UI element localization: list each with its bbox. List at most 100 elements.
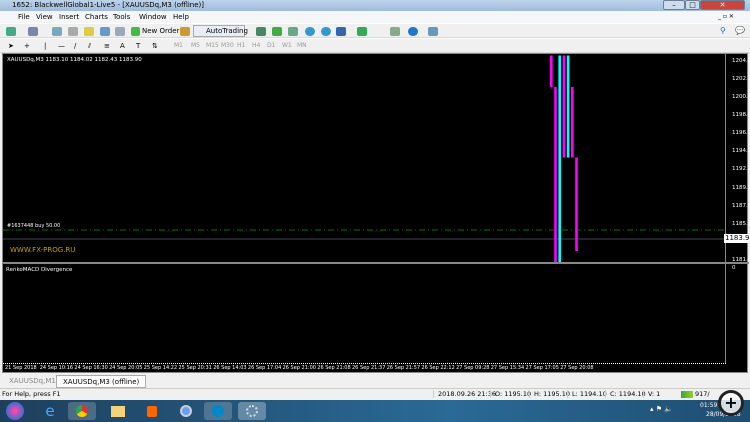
price-axis-label: 1194.25 [732, 148, 750, 155]
price-axis-label: 1198.50 [732, 112, 750, 118]
status-high: H: 1195.10 [529, 390, 570, 398]
chrome-icon[interactable] [68, 402, 96, 420]
zoom-in-icon[interactable] [305, 27, 315, 36]
indicators-icon[interactable] [390, 27, 400, 36]
navigator-icon[interactable] [84, 27, 94, 36]
timeframe-mn[interactable]: MN [297, 42, 307, 49]
chart-tabs: XAUUSDq,M1 XAUUSDq,M3 (offline) [0, 374, 750, 388]
candlestick-icon[interactable] [272, 27, 282, 36]
line-studies-toolbar: ➤ + | — / ⫽ ≡ A T ⇅ M1 M5 M15 M30 H1 H4 … [0, 38, 750, 53]
timeframe-m15[interactable]: M15 [206, 42, 219, 49]
profiles-icon[interactable] [28, 27, 38, 36]
templates-icon[interactable] [428, 27, 438, 36]
tester-icon[interactable] [115, 27, 125, 36]
text-icon[interactable]: A [120, 42, 125, 50]
renko-brick [566, 55, 570, 158]
timeframe-h1[interactable]: H1 [237, 42, 245, 49]
menu-insert[interactable]: Insert [59, 13, 79, 21]
watermark: WWW.FX-PROG.RU [10, 246, 76, 254]
autotrading-button[interactable]: AutoTrading [193, 25, 248, 37]
time-axis-label: 27 Sep 09:28 [456, 365, 490, 371]
crosshair-icon[interactable]: + [24, 42, 30, 50]
metatrader-icon[interactable] [238, 402, 266, 420]
autoscroll-icon[interactable] [357, 27, 367, 36]
timeframe-m5[interactable]: M5 [191, 42, 200, 49]
indicator-pane[interactable] [3, 264, 726, 363]
help-text: For Help, press F1 [2, 390, 61, 398]
price-chart [3, 55, 726, 262]
price-axis-label: 1200.60 [732, 94, 750, 101]
tab-xauusdq-m3[interactable]: XAUUSDq,M3 (offline) [56, 375, 147, 388]
cursor-icon[interactable]: ➤ [8, 42, 14, 50]
chromium-icon[interactable] [172, 402, 200, 420]
chat-icon[interactable]: 💬 [735, 26, 745, 35]
menu-help[interactable]: Help [173, 13, 189, 21]
tray-icons[interactable]: ▴ ⚑ 🔈 [650, 405, 673, 413]
status-close: C: 1194.10 [605, 390, 646, 398]
time-axis: 21 Sep 2018 24 Sep 10:16 24 Sep 16:30 24 Se… [3, 363, 726, 373]
timeframe-w1[interactable]: W1 [282, 42, 292, 49]
price-axis-label: 1202.75 [732, 75, 750, 82]
timeframe-m1[interactable]: M1 [174, 42, 183, 49]
bar-chart-icon[interactable] [256, 27, 266, 36]
time-axis-label: 27 Sep 20:08 [560, 365, 594, 371]
text-label-icon[interactable]: T [136, 42, 140, 50]
renko-brick [571, 86, 574, 158]
new-chart-icon[interactable] [6, 27, 16, 36]
trendline-icon[interactable]: / [74, 42, 76, 50]
renko-brick [558, 55, 561, 262]
time-axis-label: 27 Sep 17:05 [525, 365, 559, 371]
data-window-icon[interactable] [68, 27, 78, 36]
magnifier-icon[interactable]: + [718, 390, 744, 416]
menu-file[interactable]: File [18, 13, 30, 21]
line-chart-icon[interactable] [288, 27, 298, 36]
status-open: O: 1195.10 [490, 390, 531, 398]
new-order-button[interactable]: New Order [142, 27, 179, 35]
minimize-button[interactable]: – [663, 0, 685, 10]
time-axis-label: 26 Sep 21:08 [317, 365, 351, 371]
standard-toolbar: New Order AutoTrading ⚲ 💬 [0, 23, 750, 38]
timeframe-h4[interactable]: H4 [252, 42, 260, 49]
arrows-icon[interactable]: ⇅ [152, 42, 158, 50]
vertical-line-icon[interactable]: | [44, 42, 46, 50]
maximize-button[interactable]: □ [685, 0, 700, 10]
price-axis-label: 1189.95 [732, 184, 750, 191]
close-button[interactable]: ✕ [700, 0, 745, 10]
periods-icon[interactable] [408, 27, 418, 36]
chart-window[interactable]: XAUUSDq,M3 1183.10 1184.02 1182.43 1183.… [2, 53, 750, 373]
order-label[interactable]: #1637448 buy 50.00 [7, 223, 60, 229]
media-player-icon[interactable] [138, 402, 166, 420]
market-watch-icon[interactable] [52, 27, 62, 36]
search-icon[interactable]: ⚲ [720, 26, 726, 35]
menu-window[interactable]: Window [139, 13, 167, 21]
skype-icon[interactable] [204, 402, 232, 420]
status-bar: For Help, press F1 2018.09.26 21:36 O: 1… [0, 388, 750, 400]
start-button[interactable] [6, 402, 24, 420]
timeframe-m30[interactable]: M30 [221, 42, 234, 49]
explorer-icon[interactable] [104, 402, 132, 420]
tile-windows-icon[interactable] [336, 27, 346, 36]
connection-traffic: 917/ [695, 390, 710, 398]
connection-icon [681, 391, 693, 398]
current-price-label: 1183.90 [724, 234, 750, 243]
horizontal-line-icon[interactable]: — [58, 42, 65, 50]
metaeditor-icon[interactable] [180, 27, 190, 36]
status-datetime: 2018.09.26 21:36 [433, 390, 496, 398]
menu-tools[interactable]: Tools [113, 13, 130, 21]
clock-time[interactable]: 01:59 [700, 402, 717, 409]
channel-icon[interactable]: ⫽ [88, 42, 91, 51]
fibonacci-icon[interactable]: ≡ [104, 42, 110, 50]
mdi-controls[interactable]: _ ▫ ✕ [718, 13, 734, 20]
time-axis-label: 21 Sep 2018 [5, 365, 37, 371]
time-axis-label: 24 Sep 20:05 [109, 365, 143, 371]
menu-charts[interactable]: Charts [85, 13, 108, 21]
title-bar: 1652: BlackwellGlobal1-Live5 - [XAUUSDq,… [0, 0, 750, 11]
time-axis-label: 24 Sep 10:16 [39, 365, 74, 371]
zoom-out-icon[interactable] [321, 27, 331, 36]
terminal-icon[interactable] [100, 27, 110, 36]
menu-view[interactable]: View [36, 13, 53, 21]
price-axis-label: 1187.85 [732, 202, 750, 209]
tab-xauusdq-m1[interactable]: XAUUSDq,M1 [3, 375, 62, 388]
ie-icon[interactable]: e [36, 402, 64, 420]
timeframe-d1[interactable]: D1 [267, 42, 275, 49]
